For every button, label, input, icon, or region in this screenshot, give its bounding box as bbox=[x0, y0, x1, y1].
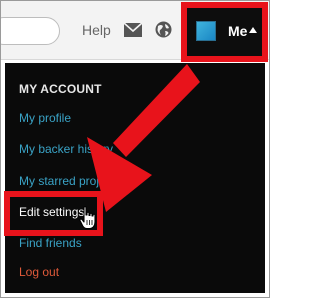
hand-cursor-icon bbox=[79, 206, 96, 230]
annotation-arrow bbox=[87, 64, 200, 212]
